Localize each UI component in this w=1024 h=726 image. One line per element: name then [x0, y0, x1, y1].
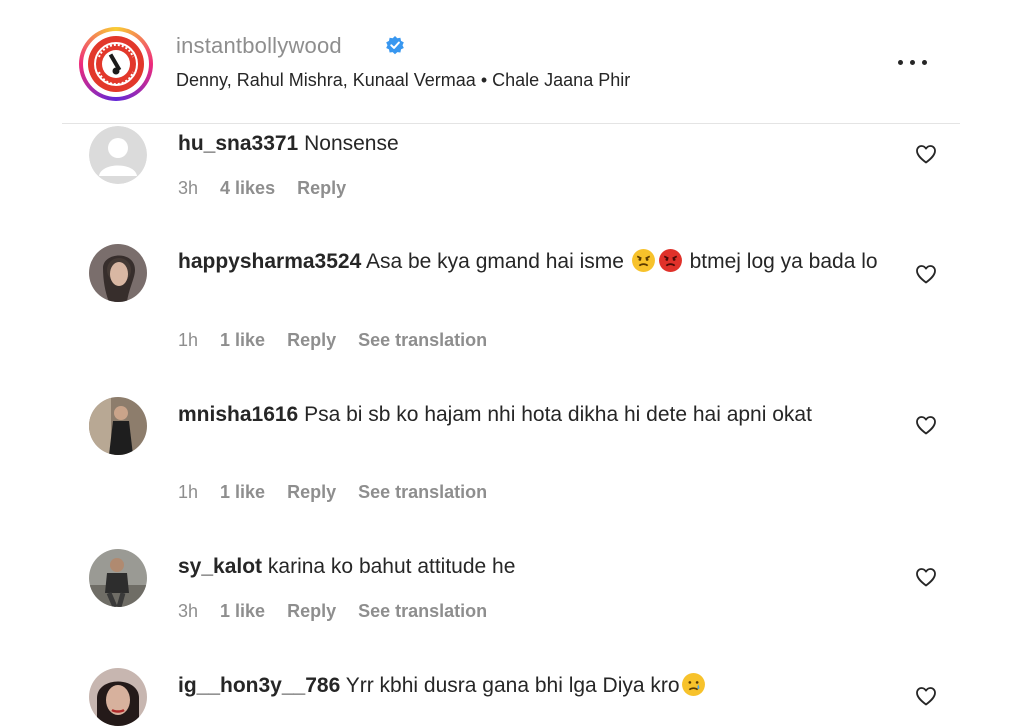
instantbollywood-logo — [88, 36, 144, 92]
comment-body: Nonsense — [304, 132, 399, 155]
comment-likes[interactable]: 1 like — [220, 330, 265, 351]
reply-button[interactable]: Reply — [287, 482, 336, 503]
comment-username[interactable]: ig__hon3y__786 — [178, 674, 340, 697]
post-header: instantbollywood Denny, Rahul Mishra, Ku… — [0, 0, 1024, 124]
comment-meta: 1h 1 like Reply See translation — [178, 478, 487, 506]
comment-body: Yrr kbhi dusra gana bhi lga Diya kro — [345, 674, 680, 697]
comment-body: Psa bi sb ko hajam nhi hota dikha hi det… — [304, 403, 812, 426]
reply-button[interactable]: Reply — [287, 330, 336, 351]
comment-item: ig__hon3y__786 Yrr kbhi dusra gana bhi l… — [0, 668, 1024, 726]
comment-item: hu_sna3371 Nonsense 3h 4 likes Reply — [0, 126, 1024, 226]
comment-time[interactable]: 3h — [178, 601, 198, 622]
comment-item: mnisha1616 Psa bi sb ko hajam nhi hota d… — [0, 397, 1024, 517]
comment-time[interactable]: 1h — [178, 482, 198, 503]
heart-icon[interactable] — [914, 142, 938, 166]
comment-meta: 3h 1 like Reply See translation — [178, 597, 487, 625]
comment-item: happysharma3524 Asa be kya gmand hai ism… — [0, 244, 1024, 364]
comment-username[interactable]: hu_sna3371 — [178, 132, 298, 155]
heart-icon[interactable] — [914, 565, 938, 589]
user-avatar[interactable] — [89, 244, 147, 302]
audio-credits[interactable]: Denny, Rahul Mishra, Kunaal Vermaa • Cha… — [176, 70, 630, 91]
comment-text: ig__hon3y__786 Yrr kbhi dusra gana bhi l… — [178, 670, 878, 702]
see-translation-button[interactable]: See translation — [358, 482, 487, 503]
crying-face-emoji-icon — [681, 673, 705, 696]
more-options-button[interactable] — [892, 48, 934, 76]
default-avatar[interactable] — [89, 126, 147, 184]
comment-username[interactable]: sy_kalot — [178, 555, 262, 578]
comment-likes[interactable]: 1 like — [220, 601, 265, 622]
comment-meta: 1h 1 like Reply See translation — [178, 326, 487, 354]
account-name[interactable]: instantbollywood — [176, 33, 342, 59]
user-avatar[interactable] — [89, 549, 147, 607]
comment-likes[interactable]: 4 likes — [220, 178, 275, 199]
comment-item: sy_kalot karina ko bahut attitude he 3h … — [0, 549, 1024, 649]
see-translation-button[interactable]: See translation — [358, 601, 487, 622]
reply-button[interactable]: Reply — [287, 601, 336, 622]
comment-text: hu_sna3371 Nonsense — [178, 128, 878, 160]
dot — [898, 60, 903, 65]
heart-icon[interactable] — [914, 262, 938, 286]
pouting-face-emoji-icon — [658, 249, 682, 272]
comment-time[interactable]: 1h — [178, 330, 198, 351]
see-translation-button[interactable]: See translation — [358, 330, 487, 351]
verified-badge-icon — [386, 36, 404, 55]
heart-icon[interactable] — [914, 684, 938, 708]
comment-username[interactable]: mnisha1616 — [178, 403, 298, 426]
divider — [62, 123, 960, 124]
comment-time[interactable]: 3h — [178, 178, 198, 199]
user-avatar[interactable] — [89, 397, 147, 455]
heart-icon[interactable] — [914, 413, 938, 437]
comment-text: mnisha1616 Psa bi sb ko hajam nhi hota d… — [178, 399, 878, 431]
comment-text: happysharma3524 Asa be kya gmand hai ism… — [178, 246, 878, 278]
dot — [922, 60, 927, 65]
dot — [910, 60, 915, 65]
comment-body: Asa be kya gmand hai isme — [365, 250, 624, 273]
comment-text: sy_kalot karina ko bahut attitude he — [178, 551, 878, 583]
user-avatar[interactable] — [89, 668, 147, 726]
comment-likes[interactable]: 1 like — [220, 482, 265, 503]
comment-username[interactable]: happysharma3524 — [178, 250, 361, 273]
reply-button[interactable]: Reply — [297, 178, 346, 199]
angry-face-emoji-icon — [631, 249, 655, 272]
account-avatar[interactable] — [79, 27, 153, 101]
comment-body-continued: btmej log ya bada lo — [689, 250, 878, 273]
comment-body: karina ko bahut attitude he — [267, 555, 516, 578]
comment-meta: 3h 4 likes Reply — [178, 174, 368, 202]
